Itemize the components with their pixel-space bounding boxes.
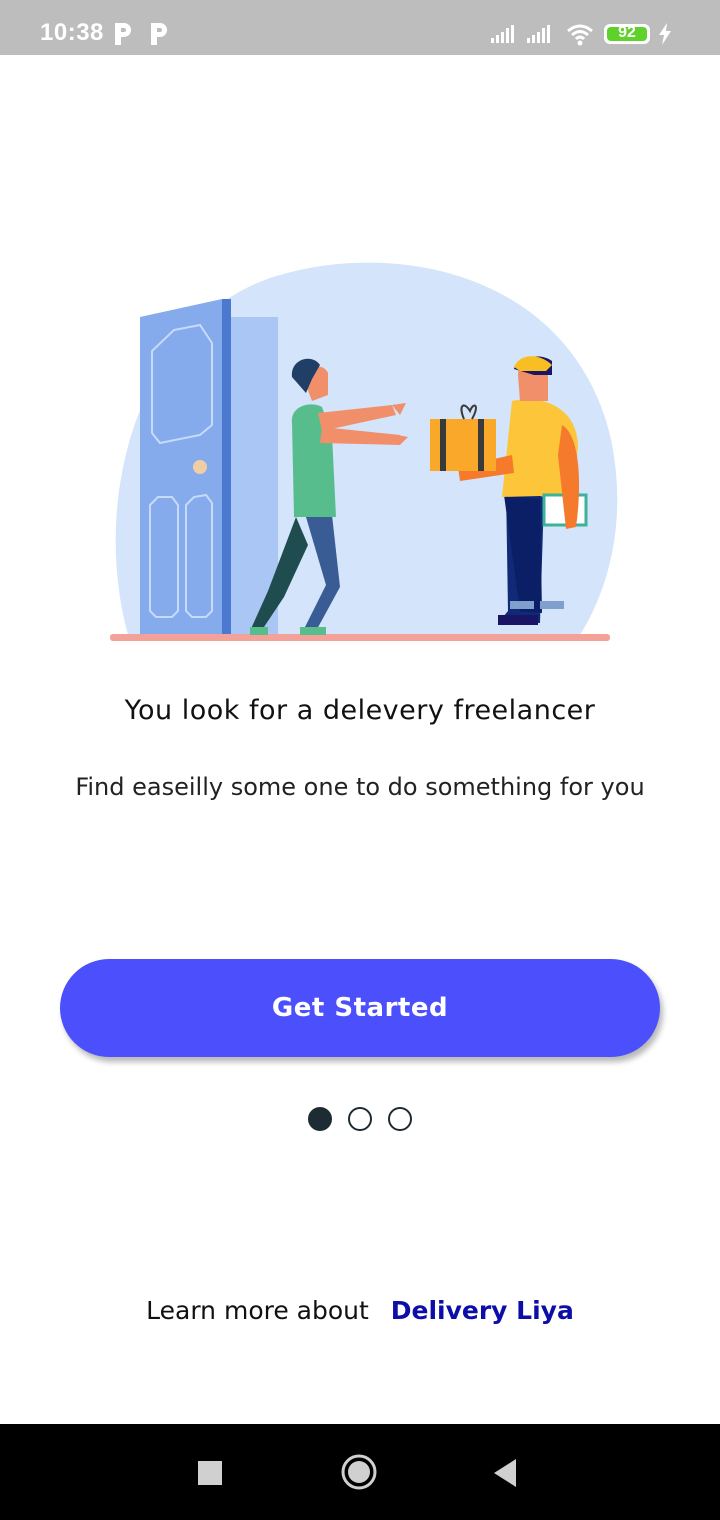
signal-icon [527,25,550,43]
onboarding-title: You look for a delevery freelancer [124,695,596,726]
learn-more-footer: Learn more about Delivery Liya [0,1296,720,1325]
delivery-illustration [110,262,618,641]
status-time: 10:38 [40,19,104,46]
battery-icon: 92 [604,24,650,44]
charging-icon [659,23,671,45]
status-bar: 10:38 92 [0,0,720,55]
status-icons: 92 [490,18,690,48]
parking-notification-icon [151,23,167,45]
recents-square-icon[interactable] [198,1461,222,1485]
parking-notification-icon [115,23,131,45]
battery-level: 92 [618,24,636,41]
signal-icon [491,25,514,43]
get-started-button[interactable]: Get Started [60,959,660,1057]
back-triangle-icon[interactable] [494,1459,518,1487]
navigation-bar [0,1424,720,1520]
page-indicator [308,1107,412,1131]
home-circle-icon[interactable] [340,1453,378,1491]
wifi-icon [567,24,593,46]
page-dot-1[interactable] [308,1107,332,1131]
learn-more-text: Learn more about [146,1296,369,1325]
onboarding-subtitle: Find easeilly some one to do something f… [75,773,645,801]
page-dot-2[interactable] [348,1107,372,1131]
page-dot-3[interactable] [388,1107,412,1131]
delivery-liya-link[interactable]: Delivery Liya [391,1296,574,1325]
